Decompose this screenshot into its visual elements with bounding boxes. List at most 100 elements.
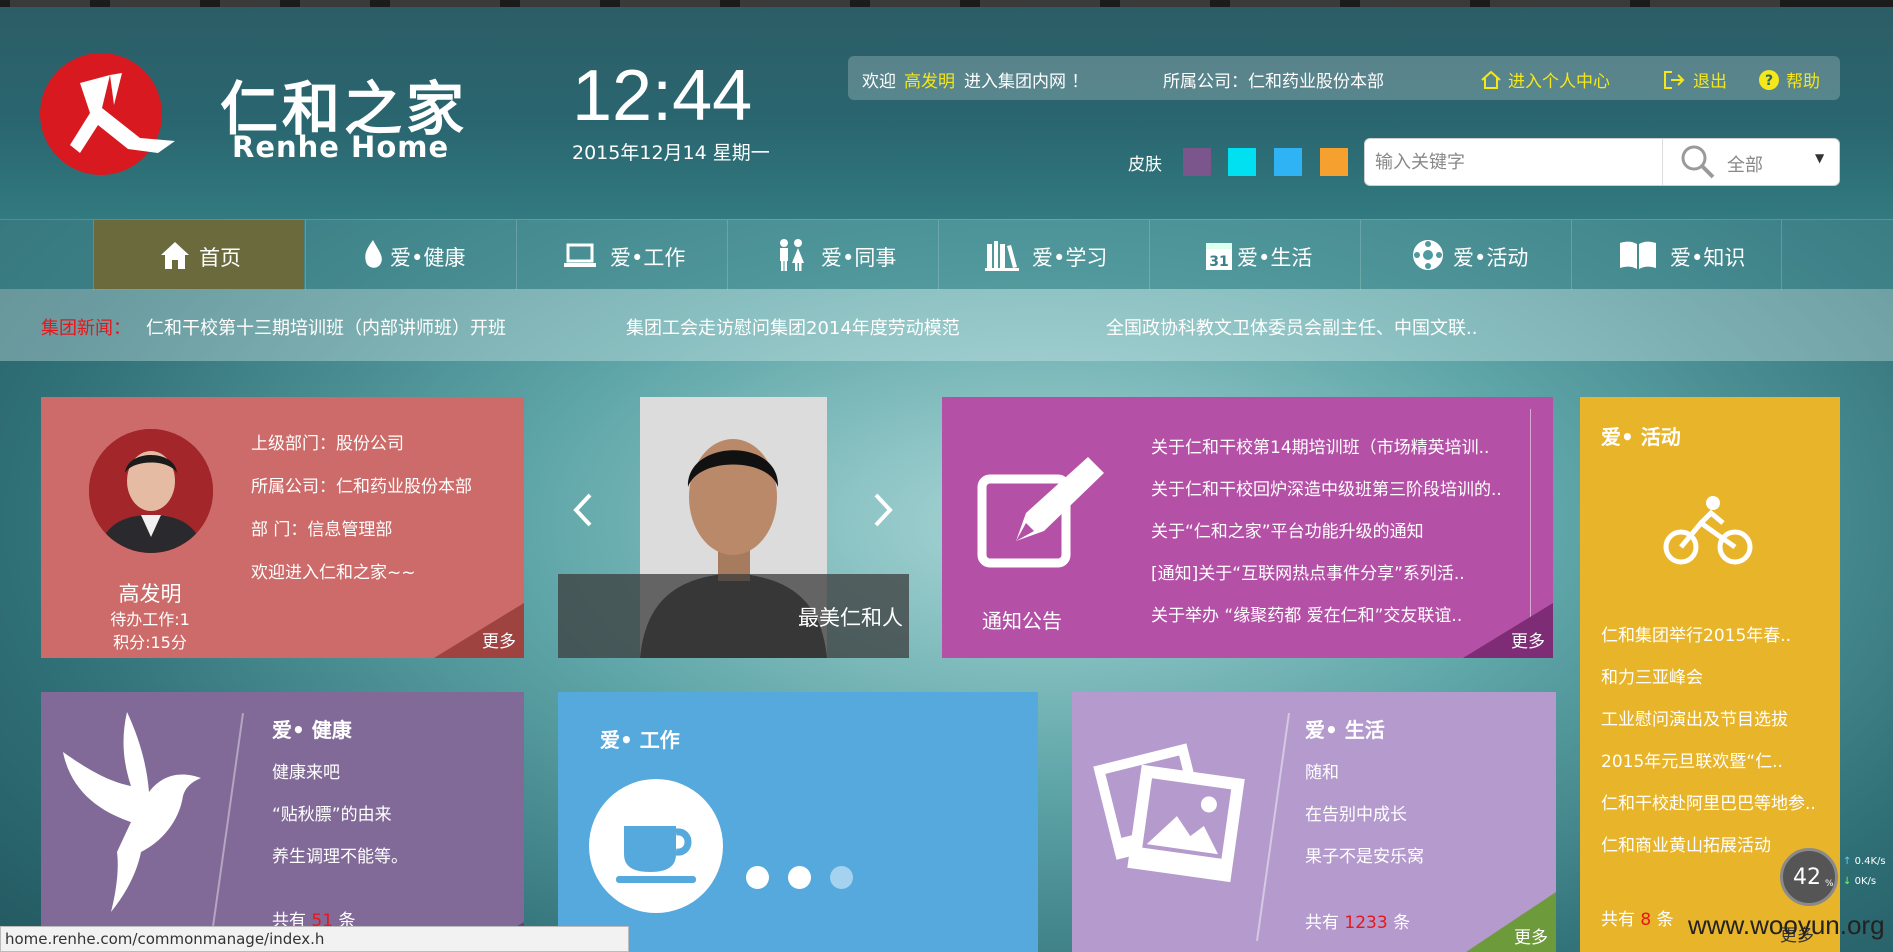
notice-item[interactable]: 关于仁和干校第14期培训班（市场精英培训.. <box>1151 433 1489 458</box>
activity-item[interactable]: 仁和集团举行2015年春.. <box>1601 621 1791 646</box>
count-value: 1233 <box>1344 913 1388 933</box>
notice-item[interactable]: 关于“仁和之家”平台功能升级的通知 <box>1151 517 1424 542</box>
nav-item-health[interactable]: 爱•健康 <box>305 220 516 290</box>
main-nav: 首页 爱•健康 爱•工作 爱•同事 爱•学习 31 爱•生活 爱•活动 爱•知识 <box>0 219 1893 290</box>
activity-item[interactable]: 仁和干校赴阿里巴巴等地参.. <box>1601 789 1816 814</box>
laptop-icon <box>564 243 596 267</box>
coffee-cup-icon <box>589 779 723 913</box>
carousel-dot[interactable] <box>830 866 853 889</box>
skin-swatch-cyan[interactable] <box>1228 148 1256 176</box>
life-item[interactable]: 果子不是安乐窝 <box>1305 842 1424 867</box>
slider-next-button[interactable] <box>868 485 898 535</box>
slider-prev-button[interactable] <box>568 485 598 535</box>
life-title: 爱• 生活 <box>1305 718 1385 742</box>
nav-item-label: 爱•学习 <box>1032 246 1108 270</box>
skin-swatch-blue[interactable] <box>1274 148 1302 176</box>
welcome-suffix: 进入集团内网 ！ <box>964 72 1089 92</box>
notice-item[interactable]: 关于仁和干校回炉深造中级班第三阶段培训的.. <box>1151 475 1502 500</box>
notice-item[interactable]: 关于举办 “缘聚药都 爱在仁和”交友联谊.. <box>1151 601 1462 626</box>
life-panel: 爱• 生活 随和 在告别中成长 果子不是安乐窝 共有 1233 条 更多 <box>1072 692 1556 952</box>
personal-center-label: 进入个人中心 <box>1508 72 1610 92</box>
profile-greeting: 欢迎进入仁和之家~~ <box>251 563 416 583</box>
company-label: 所属公司：仁和药业股份本部 <box>1163 72 1384 92</box>
avatar <box>89 429 213 553</box>
books-icon <box>985 241 1019 271</box>
network-speed-widget[interactable]: 42 % <box>1780 848 1838 906</box>
skin-swatch-purple[interactable] <box>1183 148 1211 176</box>
user-name-link[interactable]: 高发明 <box>904 67 955 92</box>
carousel-dot[interactable] <box>746 866 769 889</box>
staff-slider: 最美仁和人 <box>558 397 909 658</box>
logo-english-text: Renhe Home <box>232 130 450 164</box>
nav-item-colleague[interactable]: 爱•同事 <box>727 220 938 290</box>
net-up-value: 0.4K/s <box>1854 856 1886 867</box>
speed-unit: % <box>1825 879 1834 889</box>
nav-item-work[interactable]: 爱•工作 <box>516 220 727 290</box>
search-icon <box>1681 145 1715 179</box>
clock-date: 2015年12月14 星期一 <box>572 142 770 164</box>
ball-icon <box>1413 240 1443 270</box>
nav-item-life[interactable]: 31 爱•生活 <box>1149 220 1360 290</box>
life-more-link[interactable]: 更多 <box>1514 923 1548 948</box>
carousel-dot[interactable] <box>788 866 811 889</box>
personal-center-link[interactable]: 进入个人中心 <box>1480 67 1610 92</box>
health-item[interactable]: “贴秋膘”的由来 <box>272 800 392 825</box>
notice-title: 通知公告 <box>982 609 1062 633</box>
chevron-right-icon <box>874 493 893 527</box>
search-input[interactable] <box>1375 139 1665 185</box>
bicycle-icon <box>1663 496 1753 565</box>
profile-dept: 部 门：信息管理部 <box>251 520 393 540</box>
profile-points: 积分:15分 <box>113 633 187 652</box>
activity-item[interactable]: 2015年元旦联欢暨“仁.. <box>1601 747 1783 772</box>
profile-more-link[interactable]: 更多 <box>482 627 516 652</box>
nav-item-home[interactable]: 首页 <box>93 220 304 290</box>
home-icon <box>161 242 189 269</box>
news-item[interactable]: 仁和干校第十三期培训班（内部讲师班）开班 <box>146 314 506 340</box>
site-header: 仁和之家 Renhe Home 12:44 2015年12月14 星期一 欢迎 … <box>0 7 1893 219</box>
book-icon <box>1620 241 1656 269</box>
activity-item[interactable]: 仁和商业黄山拓展活动 <box>1601 831 1771 856</box>
activity-item[interactable]: 和力三亚峰会 <box>1601 663 1703 688</box>
net-down-speed: ↓ 0K/s <box>1843 876 1877 887</box>
search-box: 全部 ▼ <box>1364 138 1840 186</box>
net-up-speed: ↑ 0.4K/s <box>1843 856 1886 867</box>
health-panel: 爱• 健康 健康来吧 “贴秋膘”的由来 养生调理不能等。 共有 51 条 <box>41 692 524 952</box>
nav-item-label: 爱•同事 <box>821 246 897 270</box>
health-item[interactable]: 养生调理不能等。 <box>272 842 408 867</box>
flame-icon <box>365 240 382 268</box>
activity-count: 共有 8 条 <box>1601 905 1674 930</box>
search-scope-select[interactable]: 全部 ▼ <box>1663 139 1839 185</box>
profile-user-name: 高发明 <box>118 582 182 606</box>
notice-more-link[interactable]: 更多 <box>1511 627 1545 652</box>
search-scope-label: 全部 <box>1727 155 1763 176</box>
news-item[interactable]: 集团工会走访慰问集团2014年度劳动模范 <box>626 314 960 340</box>
profile-todo-count[interactable]: 待办工作:1 <box>41 606 259 630</box>
nav-item-label: 首页 <box>199 246 241 270</box>
nav-item-activity[interactable]: 爱•活动 <box>1360 220 1571 290</box>
profile-panel: 高发明 待办工作:1 积分:15分 上级部门：股份公司 所属公司：仁和药业股份本… <box>41 397 524 658</box>
count-suffix: 条 <box>1656 910 1674 930</box>
profile-parent-dept: 上级部门：股份公司 <box>251 434 404 454</box>
logout-link[interactable]: 退出 <box>1663 67 1727 92</box>
life-item[interactable]: 随和 <box>1305 758 1339 783</box>
health-item[interactable]: 健康来吧 <box>272 758 340 783</box>
news-item[interactable]: 全国政协科教文卫体委员会副主任、中国文联.. <box>1106 314 1477 340</box>
skin-swatch-orange[interactable] <box>1320 148 1348 176</box>
count-prefix: 共有 <box>1305 913 1339 933</box>
news-ticker-label: 集团新闻： <box>41 318 131 339</box>
nav-item-study[interactable]: 爱•学习 <box>938 220 1149 290</box>
notice-divider <box>1530 409 1531 624</box>
welcome-bar: 欢迎 高发明 进入集团内网 ！ 所属公司：仁和药业股份本部 进入个人中心 退出 … <box>848 56 1840 100</box>
slide-caption-bar: 最美仁和人 <box>558 574 909 658</box>
help-link[interactable]: ? 帮助 <box>1758 67 1820 92</box>
work-title: 爱• 工作 <box>600 728 680 752</box>
nav-item-label: 爱•活动 <box>1453 246 1529 270</box>
count-prefix: 共有 <box>1601 910 1635 930</box>
renhe-logo[interactable] <box>40 53 175 175</box>
logout-icon <box>1664 71 1685 89</box>
nav-item-knowledge[interactable]: 爱•知识 <box>1571 220 1782 290</box>
life-item[interactable]: 在告别中成长 <box>1305 800 1407 825</box>
edit-icon <box>977 457 1104 568</box>
activity-item[interactable]: 工业慰问演出及节目选拔 <box>1601 705 1788 730</box>
notice-item[interactable]: [通知]关于“互联网热点事件分享”系列活.. <box>1151 559 1465 584</box>
